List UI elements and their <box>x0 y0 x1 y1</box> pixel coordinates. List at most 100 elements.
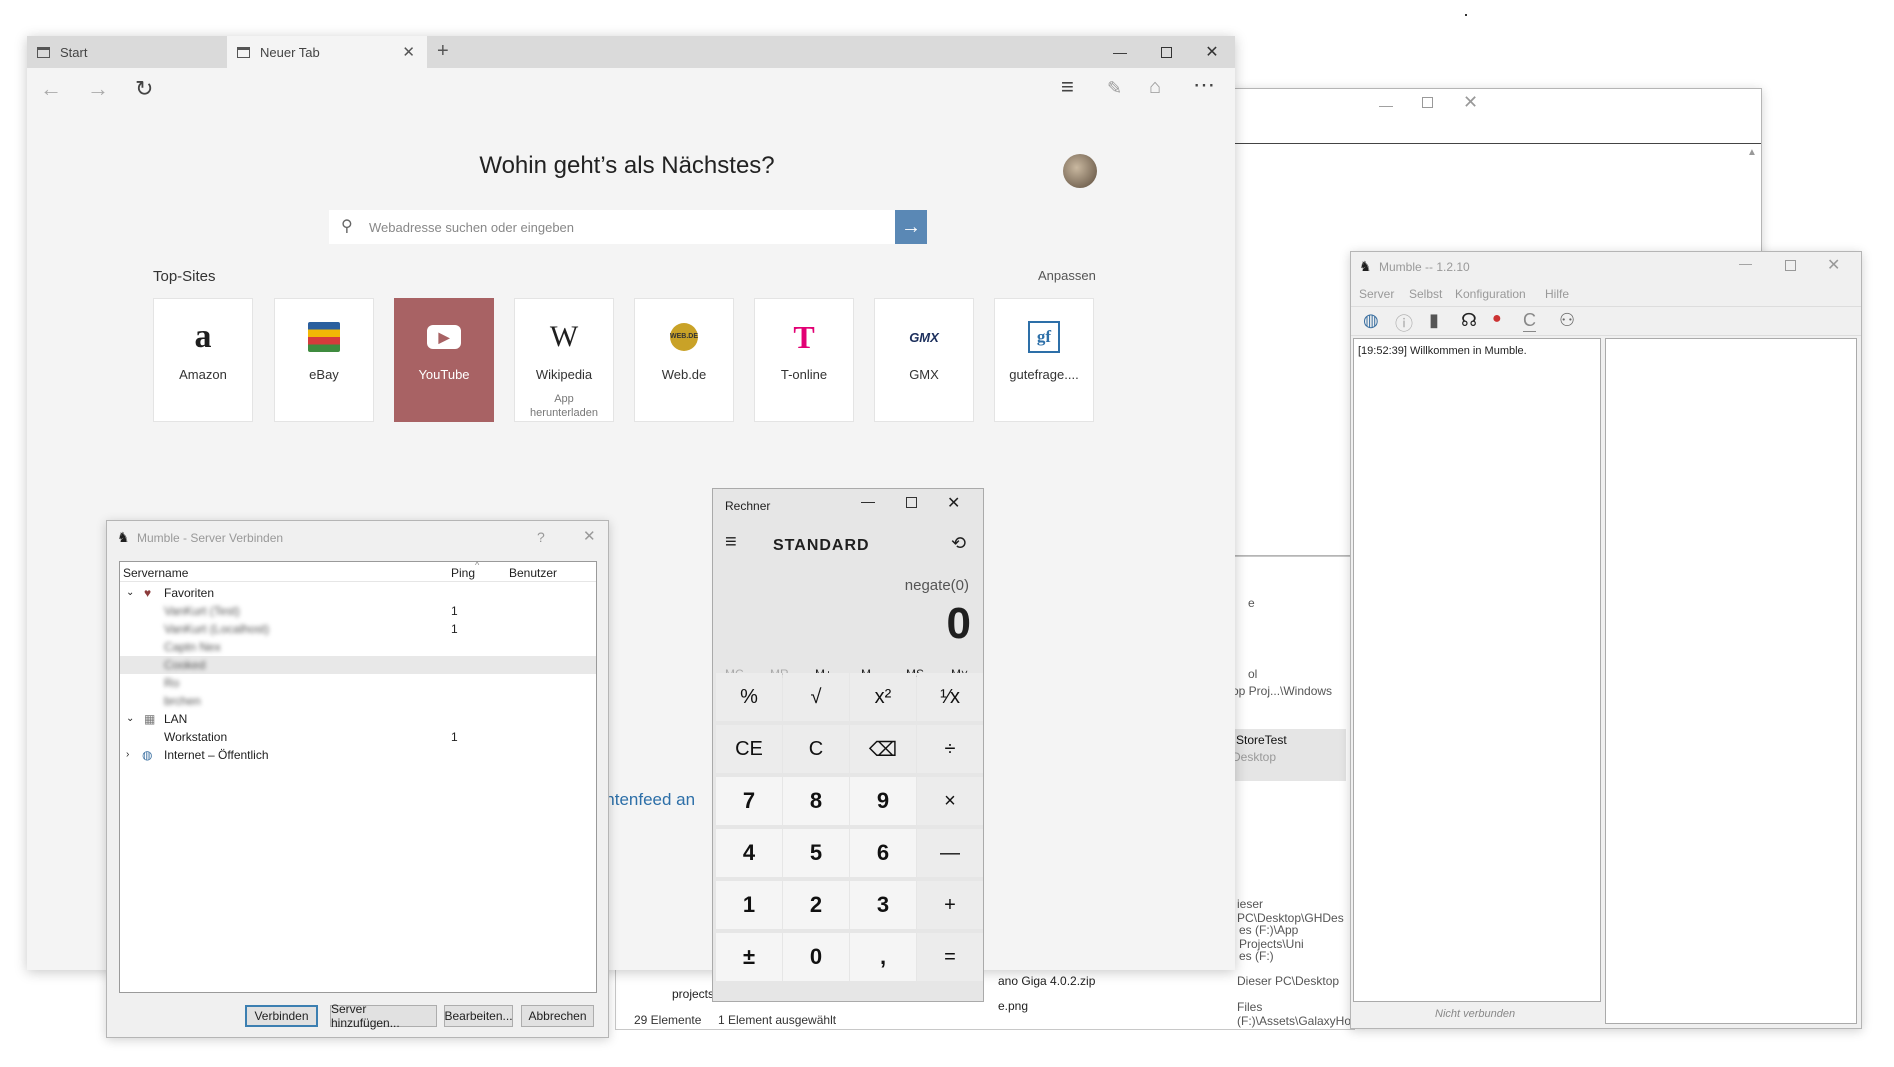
connect-button[interactable]: Verbinden <box>245 1005 318 1027</box>
key-digit-4-button[interactable]: 4 <box>716 829 782 877</box>
channel-pane[interactable] <box>1605 338 1857 1024</box>
menu-server[interactable]: Server <box>1359 287 1394 301</box>
key-reciprocal-button[interactable]: ¹⁄x <box>917 673 983 721</box>
more-icon[interactable]: ⋯ <box>1193 72 1215 98</box>
key-digit-6-button[interactable]: 6 <box>850 829 916 877</box>
comment-icon[interactable]: C <box>1523 310 1536 332</box>
tree-group-favorites[interactable]: ⌄ ♥ Favoriten <box>120 584 596 602</box>
add-server-button[interactable]: Server hinzufügen... <box>330 1002 437 1030</box>
go-button[interactable]: → <box>895 210 927 244</box>
connect-globe-icon[interactable]: ◍ <box>1363 310 1379 331</box>
close-icon[interactable]: ✕ <box>947 493 960 513</box>
chevron-down-icon[interactable]: ⌄ <box>126 710 134 728</box>
chevron-right-icon[interactable]: › <box>126 746 129 764</box>
key-percent-button[interactable]: % <box>716 673 782 721</box>
key-equals-button[interactable]: = <box>917 933 983 981</box>
tab-start[interactable]: Start <box>27 36 227 68</box>
close-icon[interactable]: ✕ <box>1827 255 1840 275</box>
app-download-label[interactable]: App herunterladen <box>515 392 613 420</box>
share-icon[interactable]: ⌂ <box>1149 76 1161 99</box>
key-digit-1-button[interactable]: 1 <box>716 881 782 929</box>
site-tile-webde[interactable]: WEB.DE Web.de <box>634 298 734 422</box>
key-digit-8-button[interactable]: 8 <box>783 777 849 825</box>
site-tile-amazon[interactable]: a Amazon <box>153 298 253 422</box>
close-tab-icon[interactable]: ✕ <box>402 43 415 61</box>
maximize-icon[interactable] <box>1143 36 1189 68</box>
site-tile-gutefrage[interactable]: gf gutefrage.... <box>994 298 1094 422</box>
help-button[interactable]: ? <box>537 529 545 545</box>
scroll-up-icon[interactable]: ▲ <box>1747 147 1757 158</box>
key-digit-0-button[interactable]: 0 <box>783 933 849 981</box>
close-icon[interactable]: ✕ <box>1189 36 1235 68</box>
key-multiply-button[interactable]: × <box>917 777 983 825</box>
key-digit-2-button[interactable]: 2 <box>783 881 849 929</box>
maximize-icon[interactable] <box>1422 97 1433 108</box>
chevron-down-icon[interactable]: ⌄ <box>126 584 134 602</box>
info-icon[interactable]: ⓘ <box>1395 310 1413 336</box>
site-tile-youtube[interactable]: ▶ YouTube <box>394 298 494 422</box>
users-icon[interactable]: ⚇ <box>1559 310 1575 331</box>
key-negate-button[interactable]: ± <box>716 933 782 981</box>
key-backspace-button[interactable]: ⌫ <box>850 725 916 773</box>
key-clear-button[interactable]: C <box>783 725 849 773</box>
customize-link[interactable]: Anpassen <box>1038 268 1096 283</box>
key-digit-5-button[interactable]: 5 <box>783 829 849 877</box>
tree-row[interactable]: Ro <box>120 674 596 692</box>
minimize-icon[interactable]: — <box>861 493 875 509</box>
key-divide-button[interactable]: ÷ <box>917 725 983 773</box>
key-digit-7-button[interactable]: 7 <box>716 777 782 825</box>
key-digit-3-button[interactable]: 3 <box>850 881 916 929</box>
back-icon[interactable]: ← <box>40 76 62 102</box>
tree-row-selected[interactable]: Cooked <box>120 656 596 674</box>
key-clear-entry-button[interactable]: CE <box>716 725 782 773</box>
file-name[interactable]: projects <box>672 987 714 1001</box>
edit-button[interactable]: Bearbeiten... <box>444 1005 513 1027</box>
key-subtract-button[interactable]: — <box>917 829 983 877</box>
tree-row[interactable]: VanKurt (Test) 1 <box>120 602 596 620</box>
microphone-icon[interactable]: ▮ <box>1429 310 1439 331</box>
menu-help[interactable]: Hilfe <box>1545 287 1569 301</box>
column-ping[interactable]: Ping <box>451 564 475 582</box>
close-icon[interactable]: ✕ <box>1463 92 1478 113</box>
tree-group-internet[interactable]: › ◍ Internet – Öffentlich <box>120 746 596 764</box>
close-icon[interactable]: ✕ <box>583 527 596 545</box>
site-tile-gmx[interactable]: GMX GMX <box>874 298 974 422</box>
avatar[interactable] <box>1063 154 1097 188</box>
menu-self[interactable]: Selbst <box>1409 287 1442 301</box>
maximize-icon[interactable] <box>906 497 917 508</box>
refresh-icon[interactable]: ↻ <box>135 76 153 102</box>
column-users[interactable]: Benutzer <box>509 564 557 582</box>
tree-row[interactable]: brchen <box>120 692 596 710</box>
new-tab-icon[interactable]: + <box>437 40 449 63</box>
minimize-icon[interactable]: — <box>1379 97 1393 113</box>
file-name[interactable]: e.png <box>998 999 1028 1013</box>
menu-config[interactable]: Konfiguration <box>1455 287 1526 301</box>
tree-row[interactable]: Workstation 1 <box>120 728 596 746</box>
site-tile-ebay[interactable]: eBay <box>274 298 374 422</box>
site-tile-wikipedia[interactable]: W Wikipedia App herunterladen <box>514 298 614 422</box>
maximize-icon[interactable] <box>1785 260 1796 271</box>
key-add-button[interactable]: + <box>917 881 983 929</box>
record-icon[interactable]: ● <box>1492 310 1502 328</box>
key-decimal-button[interactable]: , <box>850 933 916 981</box>
hub-icon[interactable]: ≡ <box>1061 74 1074 100</box>
headphones-icon[interactable]: ☊ <box>1461 310 1477 331</box>
forward-icon[interactable]: → <box>87 76 109 102</box>
tree-group-lan[interactable]: ⌄ ▦ LAN <box>120 710 596 728</box>
menu-icon[interactable]: ≡ <box>725 531 737 554</box>
key-digit-9-button[interactable]: 9 <box>850 777 916 825</box>
history-icon[interactable]: ⟲ <box>951 533 966 554</box>
minimize-icon[interactable]: — <box>1097 36 1143 68</box>
tree-row[interactable]: Captn Nex <box>120 638 596 656</box>
minimize-icon[interactable]: — <box>1739 256 1752 271</box>
search-box[interactable]: ⚲ Webadresse suchen oder eingeben <box>329 210 895 244</box>
file-name[interactable]: ano Giga 4.0.2.zip <box>998 974 1095 988</box>
cancel-button[interactable]: Abbrechen <box>521 1005 594 1027</box>
key-sqrt-button[interactable]: √ <box>783 673 849 721</box>
site-tile-tonline[interactable]: T T-online <box>754 298 854 422</box>
server-tree[interactable]: Servername Ping ^ Benutzer ⌄ ♥ Favoriten… <box>119 560 597 993</box>
tab-new[interactable]: Neuer Tab ✕ <box>227 36 427 68</box>
key-square-button[interactable]: x² <box>850 673 916 721</box>
column-servername[interactable]: Servername <box>123 564 188 582</box>
tree-row[interactable]: VanKurt (Localhost) 1 <box>120 620 596 638</box>
